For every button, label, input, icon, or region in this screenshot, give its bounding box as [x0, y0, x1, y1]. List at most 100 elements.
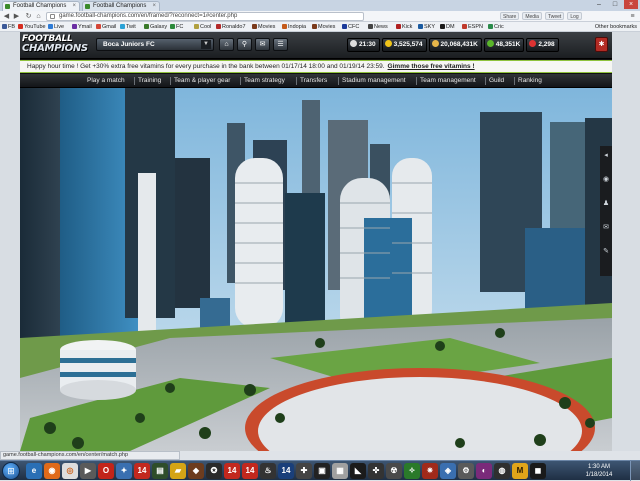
stadium-city-scene[interactable]: ◂ ◉ ♟ ✉ ✎ [20, 88, 612, 451]
bookmark-item[interactable]: ESPN [462, 22, 483, 32]
promo-link[interactable]: Gimme those free vitamins ! [388, 63, 475, 70]
user-icon[interactable]: ♟ [602, 200, 610, 208]
bookmark-item[interactable]: CFC [342, 22, 359, 32]
explorer-icon[interactable]: e [26, 463, 42, 479]
batman-icon[interactable]: ◣ [350, 463, 366, 479]
tweet-extension-button[interactable]: Tweet [544, 12, 565, 20]
maximize-icon[interactable]: □ [608, 0, 622, 9]
menu-divider [514, 77, 515, 85]
globe-icon[interactable]: ◉ [602, 176, 610, 184]
system-tray[interactable] [556, 466, 574, 476]
share-extension-button[interactable]: Share [500, 12, 520, 20]
app-green-icon[interactable]: ✧ [404, 463, 420, 479]
mail-icon[interactable]: ✉ [602, 224, 610, 232]
bookmark-item[interactable]: Galaxy [144, 22, 167, 32]
pen-icon[interactable]: ✎ [602, 248, 610, 256]
game-icon[interactable]: ◆ [188, 463, 204, 479]
bookmark-item[interactable]: Ronaldo7 [216, 22, 246, 32]
other-bookmarks[interactable]: Other bookmarks [595, 22, 637, 32]
bookmark-item[interactable]: Gmail [96, 22, 116, 32]
monitor-icon[interactable]: ▣ [314, 463, 330, 479]
clock-stat: 21:30 [347, 38, 380, 52]
menu-item-play-a-match[interactable]: Play a match [87, 74, 125, 88]
m-icon[interactable]: M [512, 463, 528, 479]
close-tab-icon[interactable]: × [72, 2, 76, 11]
show-desktop-button[interactable] [630, 461, 640, 481]
network-icon[interactable]: ✦ [116, 463, 132, 479]
menu-item-transfers[interactable]: Transfers [300, 74, 327, 88]
vitamins-stat[interactable]: 2,298 [526, 38, 559, 52]
bookmark-item[interactable]: Movies [312, 22, 335, 32]
start-button[interactable]: ⊞ [2, 462, 20, 480]
bookmark-item[interactable]: Kick [396, 22, 412, 32]
media-player-icon[interactable]: ▶ [80, 463, 96, 479]
home-browser-icon[interactable]: ⌂ [34, 12, 43, 21]
bookmark-item[interactable]: Ymail [72, 22, 92, 32]
menu-icon[interactable]: ≡ [628, 12, 637, 21]
bookmark-item[interactable]: FB [2, 22, 15, 32]
search-button[interactable]: ⚲ [237, 38, 252, 51]
browser-tab-2[interactable]: Football Champions × [82, 1, 160, 11]
firefox-icon[interactable]: ◉ [44, 463, 60, 479]
opera-icon[interactable]: O [98, 463, 114, 479]
bookmark-icon [440, 24, 445, 29]
terminal-icon[interactable]: ▤ [152, 463, 168, 479]
football-champions-logo[interactable]: FOOTBALL CHAMPIONS [22, 34, 88, 57]
counter-strike-icon[interactable]: ✚ [296, 463, 312, 479]
soldier-icon[interactable]: ✜ [368, 463, 384, 479]
bookmark-item[interactable]: FC [170, 22, 183, 32]
bookmark-item[interactable]: Movies [252, 22, 275, 32]
app-14b-icon[interactable]: 14 [224, 463, 240, 479]
menu-item-training[interactable]: Training [138, 74, 161, 88]
folder-icon[interactable]: ▰ [170, 463, 186, 479]
close-window-icon[interactable]: × [624, 0, 638, 9]
bookmark-item[interactable]: News [368, 22, 388, 32]
bookmark-item[interactable]: Live [48, 22, 64, 32]
menu-item-team-player-gear[interactable]: Team & player gear [174, 74, 230, 88]
photo-icon[interactable]: ▦ [332, 463, 348, 479]
notifications-button[interactable]: ✱ [595, 37, 608, 52]
menu-item-team-strategy[interactable]: Team strategy [244, 74, 285, 88]
messages-button[interactable]: ☰ [273, 38, 288, 51]
app-icon[interactable]: ✪ [206, 463, 222, 479]
minimize-icon[interactable]: – [592, 0, 606, 9]
chat-button[interactable]: ✉ [255, 38, 270, 51]
menu-item-guild[interactable]: Guild [489, 74, 504, 88]
menu-item-team-management[interactable]: Team management [420, 74, 476, 88]
browser-tab-1[interactable]: Football Champions × [2, 1, 80, 11]
app-blue-icon[interactable]: ◈ [440, 463, 456, 479]
bookmark-icon [282, 24, 287, 29]
reload-icon[interactable]: ↻ [24, 12, 33, 21]
bookmark-item[interactable]: Twit [120, 22, 136, 32]
app-14c-icon[interactable]: 14 [242, 463, 258, 479]
menu-item-ranking[interactable]: Ranking [518, 74, 542, 88]
settings-icon[interactable]: ⚙ [458, 463, 474, 479]
steam-icon[interactable]: ♨ [260, 463, 276, 479]
app-purple-icon[interactable]: ◐ [476, 463, 492, 479]
media-extension-button[interactable]: Media [522, 12, 542, 20]
chrome-icon[interactable]: ◎ [62, 463, 78, 479]
back-icon[interactable]: ◀ [2, 12, 11, 21]
taskbar-clock[interactable]: 1:30 AM 1/18/2014 [576, 463, 622, 479]
close-tab-icon[interactable]: × [152, 2, 156, 11]
bookmark-item[interactable]: SKY [418, 22, 435, 32]
app-red-icon[interactable]: ✷ [422, 463, 438, 479]
ps-icon[interactable]: 14 [278, 463, 294, 479]
bookmark-item[interactable]: Cric [488, 22, 504, 32]
app-dark-icon[interactable]: ◍ [494, 463, 510, 479]
bookmark-item[interactable]: DM [440, 22, 455, 32]
bookmark-icon [342, 24, 347, 29]
bookmark-item[interactable]: Indopia [282, 22, 306, 32]
home-button[interactable]: ⌂ [219, 38, 234, 51]
forward-icon[interactable]: ▶ [12, 12, 21, 21]
address-bar[interactable]: game.football-champions.com/en/framed/?r… [46, 12, 364, 21]
bookmark-item[interactable]: Cool [194, 22, 211, 32]
cod-icon[interactable]: ☢ [386, 463, 402, 479]
club-select[interactable]: Boca Juniors FC ▼ [96, 38, 214, 51]
menu-item-stadium-management[interactable]: Stadium management [342, 74, 406, 88]
log-extension-button[interactable]: Log [567, 12, 582, 20]
app-14-icon[interactable]: 14 [134, 463, 150, 479]
app-black-icon[interactable]: ◼ [530, 463, 546, 479]
arrow-icon[interactable]: ◂ [602, 152, 610, 160]
bookmark-item[interactable]: YouTube [18, 22, 46, 32]
